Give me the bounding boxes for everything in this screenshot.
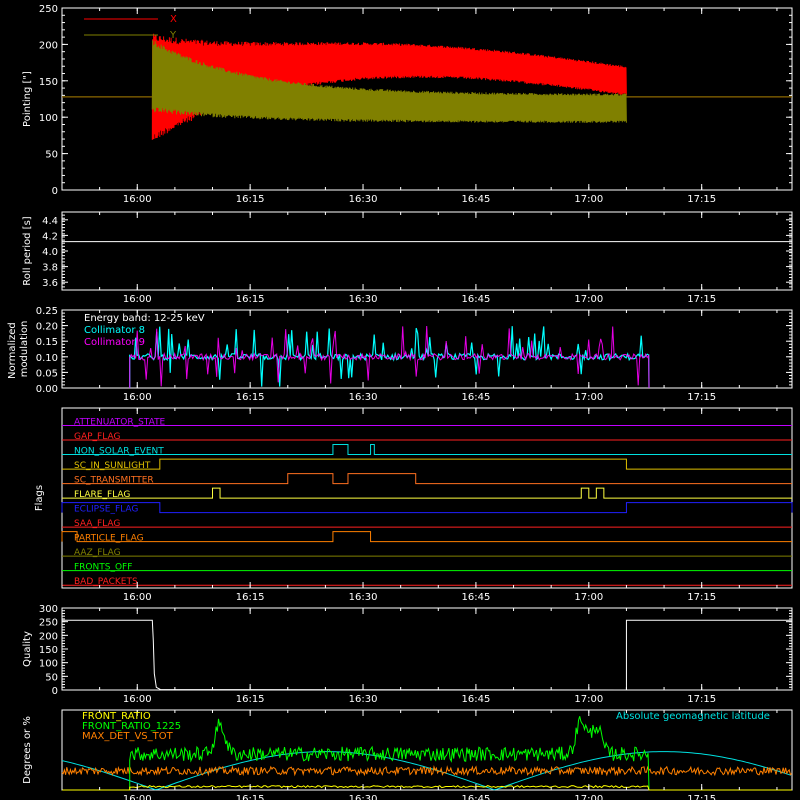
x-tick-label: 16:15	[236, 392, 265, 403]
x-tick-label: 16:30	[349, 794, 378, 800]
energy-band-annotation: Energy band: 12-25 keV	[84, 313, 205, 324]
y-tick-label: 3.8	[42, 263, 58, 274]
x-tick-label: 16:45	[462, 694, 491, 705]
panel-flags-ylabel: Flags	[34, 485, 45, 511]
y-tick-label: 4.0	[42, 247, 58, 258]
x-tick-label: 16:30	[349, 694, 378, 705]
x-tick-label: 16:00	[123, 194, 152, 205]
y-tick-label: 0	[52, 686, 58, 697]
x-tick-label: 17:00	[574, 592, 603, 603]
x-tick-label: 16:15	[236, 794, 265, 800]
y-tick-label: 50	[45, 672, 58, 683]
y-tick-label: 250	[39, 4, 58, 15]
x-tick-label: 16:30	[349, 294, 378, 305]
y-tick-label: 100	[39, 659, 58, 670]
panel-modulation-ylabel: Normalized modulation	[7, 319, 30, 379]
panel-roll-ylabel: Roll period [s]	[22, 216, 33, 285]
x-tick-label: 16:15	[236, 592, 265, 603]
panel-modulation-ylabel-line2: modulation	[19, 321, 30, 378]
x-tick-label: 16:00	[123, 392, 152, 403]
panel-modulation-ylabel-line1: Normalized	[7, 322, 18, 379]
y-tick-label: 300	[39, 604, 58, 615]
y-tick-label: 0.05	[36, 368, 58, 379]
legend-label-max-det-vs-tot: MAX_DET_VS_TOT	[82, 731, 174, 742]
y-tick-label: 150	[39, 77, 58, 88]
y-tick-label: 250	[39, 618, 58, 629]
x-tick-label: 17:00	[574, 794, 603, 800]
x-tick-label: 17:00	[574, 294, 603, 305]
y-tick-label: 0.00	[36, 384, 58, 395]
legend-label-collimator-8: Collimator 8	[84, 325, 145, 336]
x-tick-label: 16:15	[236, 694, 265, 705]
legend-label-collimator-9: Collimator 9	[84, 337, 145, 348]
panel-ratios-ylabel: Degrees or %	[22, 716, 33, 784]
x-tick-label: 17:15	[687, 694, 716, 705]
x-tick-label: 16:30	[349, 392, 378, 403]
x-tick-label: 16:45	[462, 194, 491, 205]
y-tick-label: 4.2	[42, 231, 58, 242]
x-tick-label: 16:45	[462, 592, 491, 603]
x-tick-label: 16:15	[236, 194, 265, 205]
x-tick-label: 16:15	[236, 294, 265, 305]
x-tick-label: 16:45	[462, 392, 491, 403]
x-tick-label: 16:45	[462, 294, 491, 305]
x-tick-label: 16:00	[123, 592, 152, 603]
x-tick-label: 17:00	[574, 194, 603, 205]
y-tick-label: 0.20	[36, 322, 58, 333]
panel-quality-ylabel: Quality	[22, 631, 33, 667]
legend-label-geomagnetic-latitude: Absolute geomagnetic latitude	[616, 711, 770, 722]
y-tick-label: 150	[39, 645, 58, 656]
x-tick-label: 17:15	[687, 392, 716, 403]
x-tick-label: 17:15	[687, 794, 716, 800]
y-tick-label: 3.6	[42, 278, 58, 289]
x-tick-label: 17:15	[687, 294, 716, 305]
y-tick-label: 4.4	[42, 216, 58, 227]
x-tick-label: 16:00	[123, 794, 152, 800]
legend-label-y: Y	[169, 30, 177, 41]
x-tick-label: 16:30	[349, 194, 378, 205]
y-tick-label: 100	[39, 113, 58, 124]
y-tick-label: 0.15	[36, 337, 58, 348]
x-tick-label: 17:00	[574, 694, 603, 705]
x-tick-label: 17:15	[687, 592, 716, 603]
y-tick-label: 200	[39, 631, 58, 642]
x-tick-label: 17:00	[574, 392, 603, 403]
y-tick-label: 50	[45, 150, 58, 161]
y-tick-label: 200	[39, 40, 58, 51]
y-tick-label: 0.25	[36, 306, 58, 317]
flag-label-eclipse-flag: ECLIPSE_FLAG	[74, 505, 138, 515]
x-tick-label: 16:00	[123, 694, 152, 705]
x-tick-label: 16:30	[349, 592, 378, 603]
x-tick-label: 16:45	[462, 794, 491, 800]
panel-pointing-ylabel: Pointing ["]	[22, 71, 33, 127]
x-tick-label: 16:00	[123, 294, 152, 305]
y-tick-label: 0.10	[36, 353, 58, 364]
x-tick-label: 17:15	[687, 194, 716, 205]
multi-panel-figure: Pointing ["] 16:00 16:15 16:30 16:45 17:00 17…	[0, 0, 800, 800]
legend-label-x: X	[170, 14, 177, 25]
y-tick-label: 0	[52, 186, 58, 197]
